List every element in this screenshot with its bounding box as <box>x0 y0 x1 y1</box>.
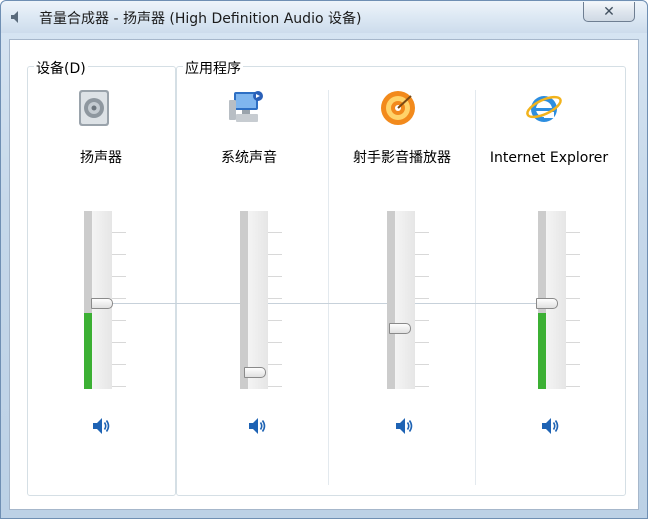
app-volume-slider-thumb[interactable] <box>389 323 411 334</box>
device-level-fill <box>84 313 92 389</box>
device-name: 扬声器 <box>80 150 122 166</box>
app-name: 系统声音 <box>221 150 277 166</box>
device-volume-ticks <box>112 211 126 389</box>
shooter-player-icon[interactable] <box>378 88 418 128</box>
apps-group-label: 应用程序 <box>183 58 243 78</box>
app-volume-track[interactable] <box>395 211 415 389</box>
app-volume-ticks <box>566 211 580 389</box>
app-level-meter <box>387 211 395 389</box>
speaker-volume-icon <box>396 418 413 434</box>
speaker-device-icon[interactable] <box>75 88 115 128</box>
app-volume-slider-thumb[interactable] <box>536 298 558 309</box>
mixer-window: 音量合成器 - 扬声器 (High Definition Audio 设备) ✕… <box>0 0 648 519</box>
app-name: 射手影音播放器 <box>353 150 451 166</box>
window-title: 音量合成器 - 扬声器 (High Definition Audio 设备) <box>39 11 362 27</box>
app-volume-track[interactable] <box>248 211 268 389</box>
speaker-volume-icon <box>249 418 266 434</box>
app-volume-ticks <box>415 211 429 389</box>
app-name: Internet Explorer <box>489 150 609 166</box>
app-mute-button[interactable] <box>246 415 268 437</box>
app-mute-button[interactable] <box>393 415 415 437</box>
device-group-label: 设备(D) <box>34 58 88 78</box>
system-sounds-icon[interactable] <box>228 88 268 128</box>
device-volume-slider-thumb[interactable] <box>91 298 113 309</box>
app-level-fill <box>538 313 546 389</box>
app-mute-button[interactable] <box>539 415 561 437</box>
speaker-volume-icon <box>93 418 110 434</box>
app-volume-slider-thumb[interactable] <box>244 367 266 378</box>
close-button[interactable]: ✕ <box>583 2 635 22</box>
master-volume-line <box>94 303 554 304</box>
app-level-meter <box>240 211 248 389</box>
close-icon: ✕ <box>603 3 615 20</box>
speaker-volume-icon <box>542 418 559 434</box>
speaker-icon <box>11 11 18 23</box>
client-area: 设备(D) 应用程序 扬声器 系统声音 射手影音播放器 Internet Exp… <box>9 39 639 510</box>
title-bar[interactable]: 音量合成器 - 扬声器 (High Definition Audio 设备) ✕ <box>1 1 647 33</box>
device-mute-button[interactable] <box>90 415 112 437</box>
internet-explorer-icon[interactable] <box>524 88 564 128</box>
app-volume-ticks <box>268 211 282 389</box>
